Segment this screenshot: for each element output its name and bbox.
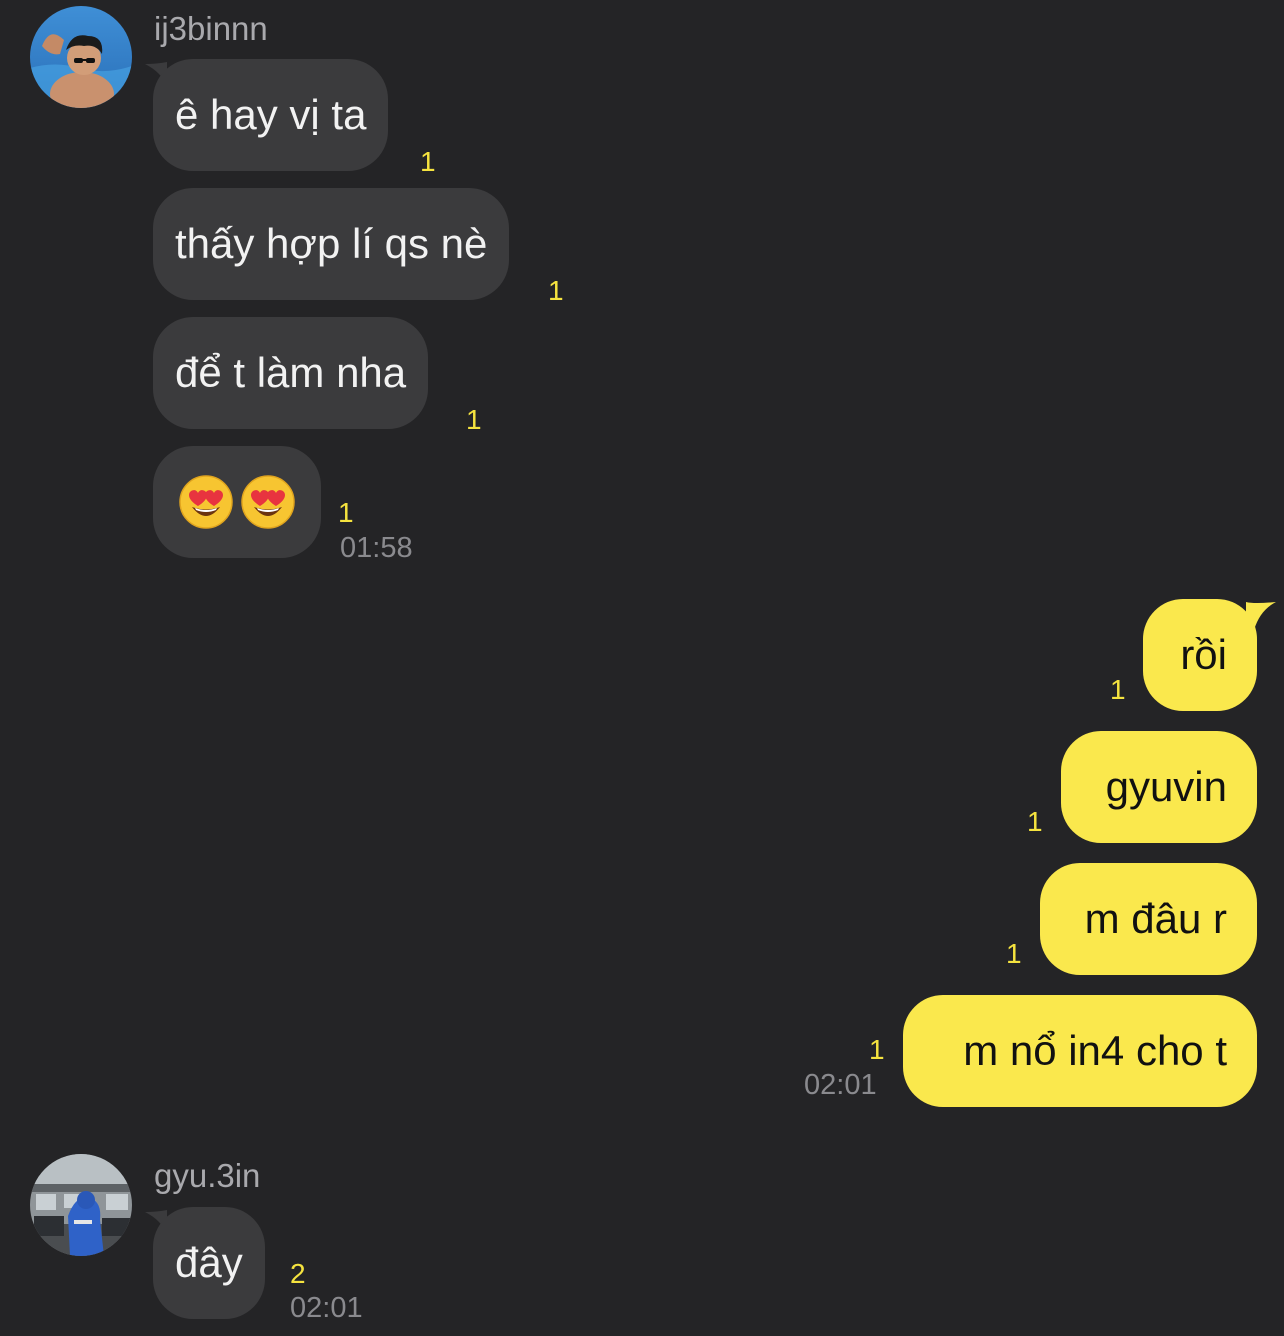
heart-eyes-emoji-icon	[179, 475, 233, 529]
sender-avatar[interactable]	[30, 1154, 132, 1256]
sender-name: gyu.3in	[154, 1157, 261, 1194]
message-timestamp: 02:01	[804, 1069, 877, 1101]
unread-count: 1	[869, 1034, 885, 1065]
unread-count: 1	[1027, 806, 1043, 837]
unread-count: 1	[466, 404, 482, 435]
message-bubble[interactable]: ê hay vị ta	[153, 59, 389, 171]
message-text: thấy hợp lí qs nè	[175, 220, 488, 267]
message-text: m nổ in4 cho t	[963, 1027, 1227, 1074]
unread-count: 1	[1006, 938, 1022, 969]
sender-name: ij3binnn	[154, 10, 268, 47]
avatar-photo-icon	[30, 1154, 132, 1256]
heart-eyes-emoji-icon	[241, 475, 295, 529]
message-bubble[interactable]: rồi	[1143, 599, 1257, 711]
message-bubble[interactable]: m nổ in4 cho t	[903, 995, 1257, 1107]
unread-count: 1	[420, 146, 436, 177]
message-bubble[interactable]: gyuvin	[1061, 731, 1257, 843]
message-text: đây	[175, 1239, 243, 1286]
message-text: gyuvin	[1105, 763, 1227, 810]
message-timestamp: 01:58	[340, 532, 413, 564]
unread-count: 2	[290, 1258, 306, 1289]
message-text: ê hay vị ta	[175, 91, 367, 138]
message-bubble[interactable]: m đâu r	[1040, 863, 1257, 975]
message-bubble[interactable]: đây	[153, 1207, 265, 1319]
emoji-message-bubble[interactable]	[153, 446, 321, 558]
unread-count: 1	[548, 275, 564, 306]
message-bubble[interactable]: để t làm nha	[153, 317, 429, 429]
message-timestamp: 02:01	[290, 1292, 363, 1324]
message-text: rồi	[1180, 631, 1227, 678]
message-text: để t làm nha	[175, 349, 407, 396]
unread-count: 1	[1110, 674, 1126, 705]
sender-avatar[interactable]	[30, 6, 132, 108]
message-bubble[interactable]: thấy hợp lí qs nè	[153, 188, 510, 300]
avatar-photo-icon	[30, 6, 132, 108]
unread-count: 1	[338, 497, 354, 528]
message-text: m đâu r	[1084, 895, 1227, 942]
